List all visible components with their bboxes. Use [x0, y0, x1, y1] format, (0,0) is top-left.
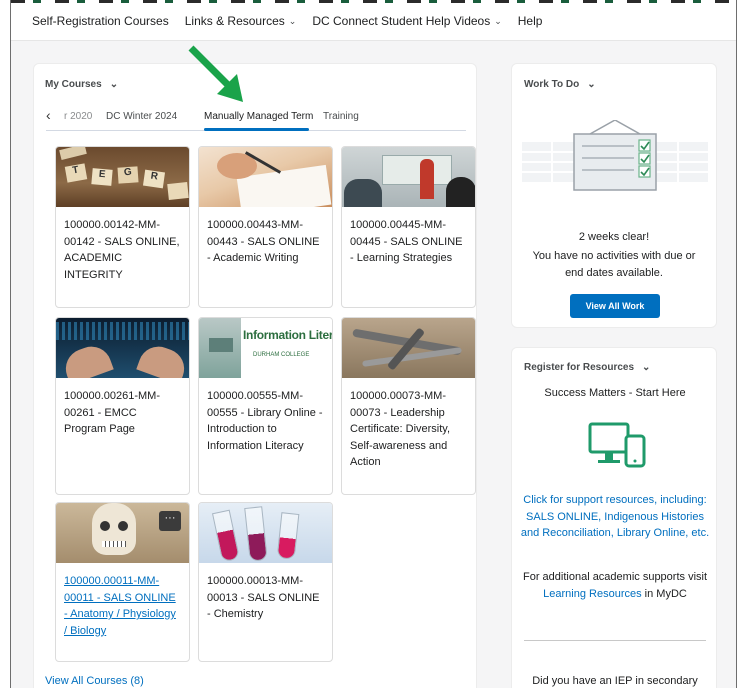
course-code: 100000.00261-MM-00261 - EMCC Program Pag…: [64, 390, 161, 435]
work-to-do-widget: Work To Do ⌄ 2 weeks clear! You have no …: [511, 63, 717, 328]
chevron-down-icon: ⌄: [288, 15, 297, 26]
support-resources-link[interactable]: Click for support resources, including: …: [520, 492, 710, 542]
register-resources-title[interactable]: Register for Resources ⌄: [524, 362, 650, 373]
work-headline: 2 weeks clear!: [578, 231, 650, 243]
nav-help-videos[interactable]: DC Connect Student Help Videos ⌄: [312, 14, 501, 28]
chevron-left-icon[interactable]: ‹: [46, 108, 51, 122]
work-message: You have no activities with due or end d…: [532, 250, 696, 279]
divider: [524, 640, 706, 641]
course-code: 100000.00142-MM-00142 - SALS ONLINE, ACA…: [64, 219, 180, 281]
course-code: 100000.00073-MM-00073 - Leadership Certi…: [350, 390, 451, 468]
chevron-down-icon[interactable]: ⌄: [642, 362, 650, 373]
learning-resources-link[interactable]: Learning Resources: [543, 588, 641, 600]
course-image-writing: [199, 147, 332, 207]
active-tab-indicator: [204, 128, 309, 131]
course-image-information-literacy: Information Literacy DURHAM COLLEGE: [199, 318, 332, 378]
course-image-keyboard: [56, 318, 189, 378]
checklist-illustration-icon: [522, 120, 708, 191]
image-title-text: Information Literacy: [243, 328, 332, 342]
course-code-link[interactable]: 100000.00011-MM-00011 - SALS ONLINE - An…: [56, 563, 189, 639]
annotation-arrow-icon: [188, 45, 243, 102]
course-code: 100000.00443-MM-00443 - SALS ONLINE - Ac…: [207, 219, 320, 264]
top-navigation: Self-Registration Courses Links & Resour…: [11, 0, 736, 41]
my-courses-title[interactable]: My Courses ⌄: [45, 79, 118, 90]
nav-self-registration[interactable]: Self-Registration Courses: [32, 14, 169, 28]
devices-icon: [588, 422, 646, 468]
course-card[interactable]: 100000.00443-MM-00443 - SALS ONLINE - Ac…: [198, 146, 333, 308]
course-card[interactable]: 100000.00261-MM-00261 - EMCC Program Pag…: [55, 317, 190, 495]
nav-help[interactable]: Help: [518, 14, 543, 28]
tab-manually-managed-term[interactable]: Manually Managed Term: [204, 111, 313, 122]
course-card[interactable]: 100000.00013-MM-00013 - SALS ONLINE - Ch…: [198, 502, 333, 662]
image-subtitle-text: DURHAM COLLEGE: [253, 352, 310, 358]
tab-training[interactable]: Training: [323, 111, 359, 122]
tab-term-2020[interactable]: r 2020: [64, 111, 92, 122]
chevron-down-icon[interactable]: ⌄: [110, 79, 118, 90]
course-image-scrabble: T E G R: [56, 147, 189, 207]
chevron-down-icon[interactable]: ⌄: [587, 79, 595, 90]
course-image-test-tubes: [199, 503, 332, 563]
term-tabs: ‹ r 2020 DC Winter 2024 Manually Managed…: [46, 108, 466, 131]
course-card[interactable]: Information Literacy DURHAM COLLEGE 1000…: [198, 317, 333, 495]
additional-supports-text: For additional academic supports visit L…: [522, 571, 708, 600]
header-image-strip: [11, 0, 736, 3]
my-courses-widget: My Courses ⌄ ‹ r 2020 DC Winter 2024 Man…: [33, 63, 477, 688]
register-resources-widget: Register for Resources ⌄ Success Matters…: [511, 347, 717, 688]
ellipsis-icon[interactable]: ···: [159, 511, 181, 531]
work-to-do-title[interactable]: Work To Do ⌄: [524, 79, 596, 90]
course-image-tools: [342, 318, 475, 378]
course-image-skeleton: ···: [56, 503, 189, 563]
course-card[interactable]: ··· 100000.00011-MM-00011 - SALS ONLINE …: [55, 502, 190, 662]
course-card[interactable]: 100000.00073-MM-00073 - Leadership Certi…: [341, 317, 476, 495]
iep-question: Did you have an IEP in secondary: [532, 675, 698, 687]
register-heading: Success Matters - Start Here: [544, 387, 686, 399]
course-card[interactable]: 100000.00445-MM-00445 - SALS ONLINE - Le…: [341, 146, 476, 308]
course-code: 100000.00555-MM-00555 - Library Online -…: [207, 390, 323, 452]
view-all-work-button[interactable]: View All Work: [570, 294, 660, 318]
course-code: 100000.00013-MM-00013 - SALS ONLINE - Ch…: [207, 575, 320, 620]
browser-viewport: Self-Registration Courses Links & Resour…: [10, 0, 737, 688]
tab-dc-winter-2024[interactable]: DC Winter 2024: [106, 111, 177, 122]
course-card[interactable]: T E G R 100000.00142-MM-00142 - SALS ONL…: [55, 146, 190, 308]
nav-links-resources[interactable]: Links & Resources ⌄: [185, 14, 297, 28]
view-all-courses-link[interactable]: View All Courses (8): [45, 675, 144, 687]
course-image-classroom: [342, 147, 475, 207]
chevron-down-icon: ⌄: [494, 15, 502, 26]
nav-links: Self-Registration Courses Links & Resour…: [32, 14, 542, 28]
course-code: 100000.00445-MM-00445 - SALS ONLINE - Le…: [350, 219, 463, 264]
